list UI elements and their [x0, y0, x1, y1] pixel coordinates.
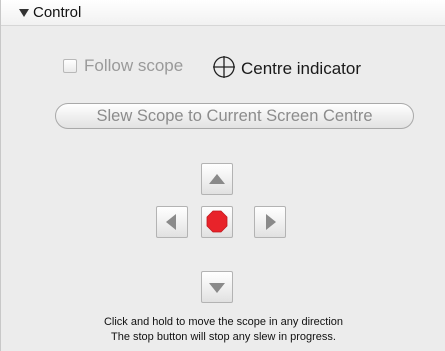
move-down-button[interactable] — [201, 271, 233, 303]
arrow-up-icon — [209, 174, 225, 184]
move-right-button[interactable] — [254, 206, 286, 238]
follow-scope-label: Follow scope — [84, 56, 184, 75]
arrow-left-icon — [166, 214, 176, 230]
centre-indicator-label: Centre indicator — [241, 59, 362, 78]
section-header[interactable]: Control — [1, 0, 445, 26]
disclosure-triangle-icon[interactable] — [19, 9, 29, 17]
control-panel: Control Follow scope Centre indicator Sl… — [0, 0, 445, 351]
stop-button[interactable] — [201, 206, 233, 238]
follow-scope-checkbox[interactable] — [63, 59, 77, 73]
crosshair-icon[interactable] — [212, 55, 236, 79]
help-text-line-2: The stop button will stop any slew in pr… — [110, 331, 336, 343]
arrow-down-icon — [209, 283, 225, 293]
arrow-right-icon — [266, 214, 276, 230]
stop-octagon-icon — [206, 210, 228, 233]
section-title: Control — [33, 4, 82, 21]
move-up-button[interactable] — [201, 163, 233, 195]
slew-to-centre-button[interactable]: Slew Scope to Current Screen Centre — [55, 103, 414, 129]
move-left-button[interactable] — [156, 206, 188, 238]
help-text-line-1: Click and hold to move the scope in any … — [103, 316, 344, 328]
slew-button-label: Slew Scope to Current Screen Centre — [96, 106, 373, 125]
